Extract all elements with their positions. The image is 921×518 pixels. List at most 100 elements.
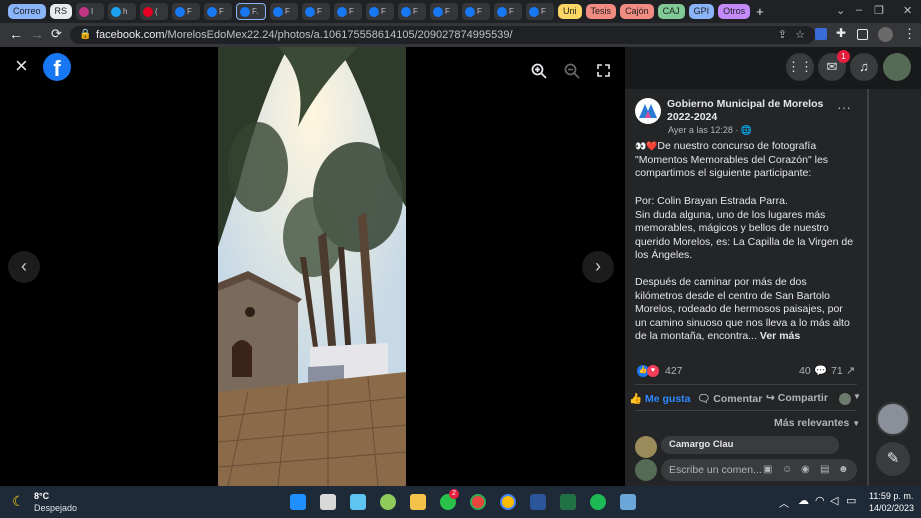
weather-desc[interactable]: Despejado: [34, 503, 77, 513]
previous-photo-button[interactable]: ‹: [8, 251, 40, 283]
camera-icon[interactable]: ◉: [801, 459, 810, 481]
bookmark-gpi[interactable]: GPI: [688, 4, 715, 19]
browser-tab[interactable]: F: [430, 3, 459, 20]
browser-tab[interactable]: (: [140, 3, 169, 20]
excel-icon[interactable]: [560, 494, 576, 510]
share-count[interactable]: 71: [831, 365, 843, 377]
chrome-profile-icon[interactable]: [500, 494, 516, 510]
reaction-count[interactable]: 427: [665, 365, 683, 377]
zoom-out-icon[interactable]: [564, 63, 580, 79]
browser-tab[interactable]: h: [108, 3, 137, 20]
widgets-icon[interactable]: [350, 494, 366, 510]
comment-button[interactable]: 🗨 Comentar: [697, 392, 762, 405]
photos-icon[interactable]: [620, 494, 636, 510]
onedrive-icon[interactable]: ☁: [798, 494, 809, 507]
like-button-label: Me gusta: [645, 393, 691, 405]
file-explorer-icon[interactable]: [410, 494, 426, 510]
chat-head-avatar[interactable]: [876, 402, 910, 436]
like-button[interactable]: 👍 Me gusta: [629, 392, 691, 405]
commenter-name[interactable]: Camargo Clau: [669, 439, 733, 450]
browser-tab[interactable]: F: [366, 3, 395, 20]
extension-icon[interactable]: [815, 28, 827, 40]
emoji-icon[interactable]: ☺: [782, 459, 792, 481]
weather-temp[interactable]: 8°C: [34, 491, 49, 501]
wifi-icon[interactable]: ◠: [815, 494, 825, 507]
new-message-icon[interactable]: ✎: [876, 442, 910, 476]
close-icon[interactable]: ×: [15, 53, 28, 79]
tab-favicon-icon: [79, 6, 90, 17]
account-avatar[interactable]: [883, 53, 911, 81]
new-tab-button[interactable]: +: [756, 4, 764, 19]
bookmark-uni[interactable]: Uni: [558, 4, 582, 19]
panel-scrollbar[interactable]: [867, 89, 869, 486]
puzzle-icon[interactable]: ✚: [836, 26, 846, 40]
clock-date[interactable]: 14/02/2023: [869, 503, 914, 513]
browser-tab[interactable]: F: [462, 3, 491, 20]
bookmark-tesis[interactable]: Tesis: [585, 4, 617, 19]
bookmark-caj[interactable]: CAJ: [657, 4, 685, 19]
maximize-icon[interactable]: ❐: [874, 4, 884, 17]
bookmark-otros[interactable]: Otros: [718, 4, 751, 19]
browser-tab[interactable]: F: [302, 3, 331, 20]
notifications-bell-icon[interactable]: ♫: [850, 53, 878, 81]
comment-count-icon: 💬: [814, 365, 828, 377]
sidepanel-icon[interactable]: [857, 29, 868, 40]
browser-tab[interactable]: F: [204, 3, 233, 20]
zoom-in-icon[interactable]: [531, 63, 547, 79]
star-icon[interactable]: ☆: [795, 26, 805, 44]
reload-icon[interactable]: ⟳: [51, 26, 62, 42]
word-icon[interactable]: [530, 494, 546, 510]
start-windows-icon[interactable]: [290, 494, 306, 510]
spotify-icon[interactable]: [590, 494, 606, 510]
clock-time[interactable]: 11:59 p. m.: [869, 491, 913, 501]
page-avatar[interactable]: [635, 98, 661, 124]
back-icon[interactable]: ←: [9, 26, 23, 42]
share-as-chevron-icon[interactable]: ▼: [853, 392, 861, 401]
browser-tab[interactable]: F: [334, 3, 363, 20]
bookmark-cajón[interactable]: Cajón: [620, 4, 654, 19]
comment-sort-dropdown[interactable]: Más relevantes ▼: [774, 417, 860, 429]
share-button[interactable]: ↪ Compartir: [766, 392, 828, 404]
app-icon[interactable]: [380, 494, 396, 510]
next-photo-button[interactable]: ›: [582, 251, 614, 283]
browser-tab[interactable]: F: [526, 3, 555, 20]
close-window-icon[interactable]: ✕: [903, 4, 912, 17]
avatar-sticker-icon[interactable]: ☻: [838, 459, 849, 481]
tray-chevron-icon[interactable]: ︿: [779, 495, 789, 510]
battery-icon[interactable]: ▭: [846, 494, 856, 507]
forward-icon[interactable]: →: [30, 26, 44, 42]
post-options-icon[interactable]: ···: [837, 99, 851, 115]
share-icon[interactable]: ⇪: [778, 26, 787, 44]
comment-count[interactable]: 40: [799, 365, 811, 377]
url-field[interactable]: 🔒 facebook.com/MorelosEdoMex22.24/photos…: [70, 26, 815, 44]
browser-tab[interactable]: F.: [236, 3, 267, 20]
task-view-icon[interactable]: [320, 494, 336, 510]
volume-icon[interactable]: ◁: [830, 494, 838, 507]
chevron-down-icon[interactable]: ⌄: [836, 4, 845, 17]
minimize-icon[interactable]: –: [856, 4, 862, 16]
fullscreen-icon[interactable]: [597, 64, 610, 77]
bookmark-correo[interactable]: Correo: [8, 4, 46, 19]
bookmark-rs[interactable]: RS: [49, 4, 73, 19]
menu-grid-icon[interactable]: ⋮⋮: [786, 53, 814, 81]
facebook-logo[interactable]: f: [43, 53, 71, 81]
browser-tab[interactable]: F: [494, 3, 523, 20]
chrome-icon[interactable]: [470, 494, 486, 510]
share-as-avatar[interactable]: [839, 393, 851, 405]
commenter-avatar[interactable]: [635, 436, 657, 458]
tab-title: (: [155, 7, 158, 16]
browser-tab[interactable]: F: [398, 3, 427, 20]
profile-avatar[interactable]: [878, 27, 893, 42]
tab-title: h: [123, 7, 128, 16]
comment-input[interactable]: Escribe un comen... ▣ ☺ ◉ ▤ ☻: [661, 459, 857, 481]
menu-kebab-icon[interactable]: ⋮: [903, 26, 916, 42]
browser-tab[interactable]: F: [270, 3, 299, 20]
page-name[interactable]: Gobierno Municipal de Morelos 2022-2024: [667, 98, 827, 124]
notification-badge: 1: [837, 50, 850, 63]
gif-icon[interactable]: ▤: [820, 459, 829, 481]
see-more-link[interactable]: Ver más: [760, 330, 800, 342]
browser-tab[interactable]: I: [76, 3, 105, 20]
sticker-icon[interactable]: ▣: [763, 459, 772, 481]
browser-tab[interactable]: F: [172, 3, 201, 20]
my-avatar[interactable]: [635, 459, 657, 481]
